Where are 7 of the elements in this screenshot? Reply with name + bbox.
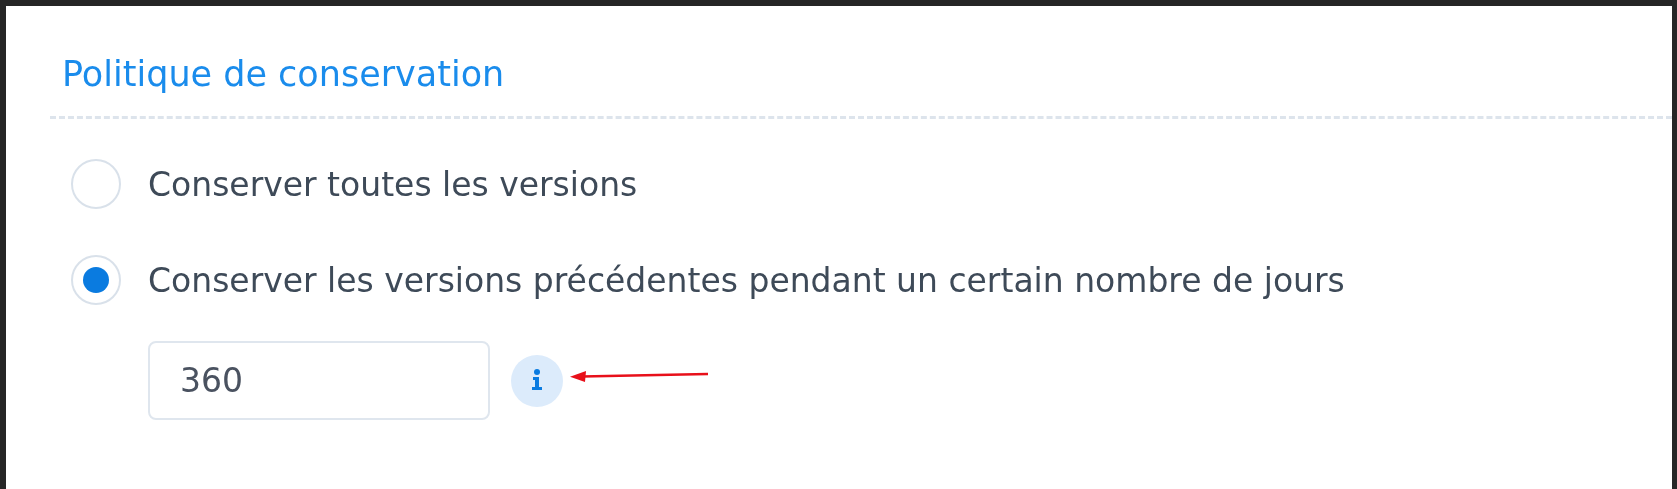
option-label[interactable]: Conserver les versions précédentes pendant un certain nombre de jours — [148, 260, 1345, 300]
radio-button[interactable] — [71, 159, 121, 209]
option-label[interactable]: Conserver toutes les versions — [148, 164, 638, 204]
section-title: Politique de conservation — [62, 53, 506, 96]
info-icon[interactable] — [511, 354, 563, 407]
days-input-field[interactable]: 360 — [148, 341, 490, 420]
radio-button[interactable] — [71, 255, 121, 305]
